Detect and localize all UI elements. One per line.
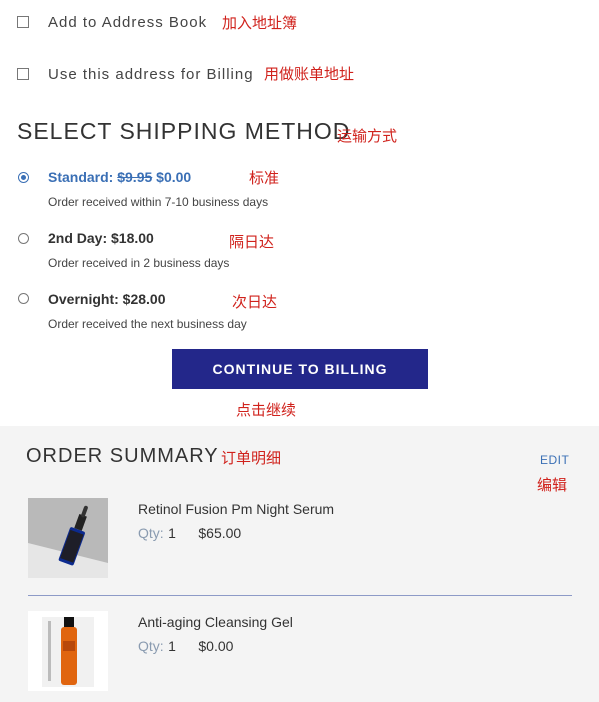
shipping-overnight-name: Overnight: (48, 291, 119, 307)
order-summary-annotation: 订单明细 (221, 449, 282, 467)
product-price: $65.00 (198, 525, 242, 541)
2nd-day-annotation: 隔日达 (229, 233, 275, 251)
qty-label: Qty: (138, 525, 164, 541)
product-name: Retinol Fusion Pm Night Serum (138, 501, 335, 517)
add-to-address-book-label[interactable]: Add to Address Book (48, 14, 207, 31)
shipping-2nd-day-desc: Order received in 2 business days (48, 256, 230, 270)
continue-to-billing-button[interactable]: CONTINUE TO BILLING (172, 349, 428, 389)
qty-value: 1 (168, 638, 176, 654)
serum-bottle-image (28, 498, 108, 578)
cleanser-bottle-image (28, 611, 108, 691)
shipping-standard-radio[interactable] (18, 172, 29, 183)
shipping-title-annotation: 运输方式 (337, 127, 398, 145)
product-qty-price: Qty: 1 $65.00 (138, 525, 241, 543)
shipping-standard-name: Standard: (48, 169, 114, 185)
qty-label: Qty: (138, 638, 164, 654)
shipping-2nd-day-name: 2nd Day: (48, 230, 108, 246)
product-name: Anti-aging Cleansing Gel (138, 614, 293, 630)
qty-value: 1 (168, 525, 176, 541)
shipping-2nd-day-radio[interactable] (18, 233, 29, 244)
shipping-standard-title[interactable]: Standard: $9.95 $0.00 (48, 169, 191, 185)
address-book-annotation: 加入地址簿 (222, 14, 298, 32)
shipping-2nd-day-price: $18.00 (111, 230, 154, 246)
shipping-standard-price: $0.00 (156, 169, 192, 185)
billing-address-label[interactable]: Use this address for Billing (48, 66, 254, 83)
edit-annotation: 编辑 (537, 476, 568, 494)
billing-annotation: 用做账单地址 (264, 65, 355, 83)
overnight-annotation: 次日达 (232, 293, 278, 311)
continue-to-billing-label: CONTINUE TO BILLING (212, 361, 388, 377)
billing-address-checkbox[interactable] (17, 68, 29, 80)
shipping-method-title: SELECT SHIPPING METHOD (17, 118, 351, 144)
continue-annotation: 点击继续 (236, 401, 297, 419)
shipping-2nd-day-title[interactable]: 2nd Day: $18.00 (48, 230, 154, 246)
shipping-standard-old-price: $9.95 (117, 169, 153, 185)
shipping-overnight-radio[interactable] (18, 293, 29, 304)
shipping-overnight-price: $28.00 (122, 291, 166, 307)
product-price: $0.00 (198, 638, 234, 654)
add-to-address-book-checkbox[interactable] (17, 16, 29, 28)
shipping-overnight-desc: Order received the next business day (48, 317, 247, 331)
standard-annotation: 标准 (249, 169, 280, 187)
product-qty-price: Qty: 1 $0.00 (138, 638, 233, 656)
product-image-cleanser (28, 611, 108, 691)
product-image-serum (28, 498, 108, 578)
edit-link[interactable]: EDIT (540, 453, 569, 467)
item-divider (28, 595, 572, 596)
shipping-overnight-title[interactable]: Overnight: $28.00 (48, 291, 166, 307)
shipping-standard-desc: Order received within 7-10 business days (48, 195, 269, 209)
order-summary-title: ORDER SUMMARY (26, 445, 219, 467)
